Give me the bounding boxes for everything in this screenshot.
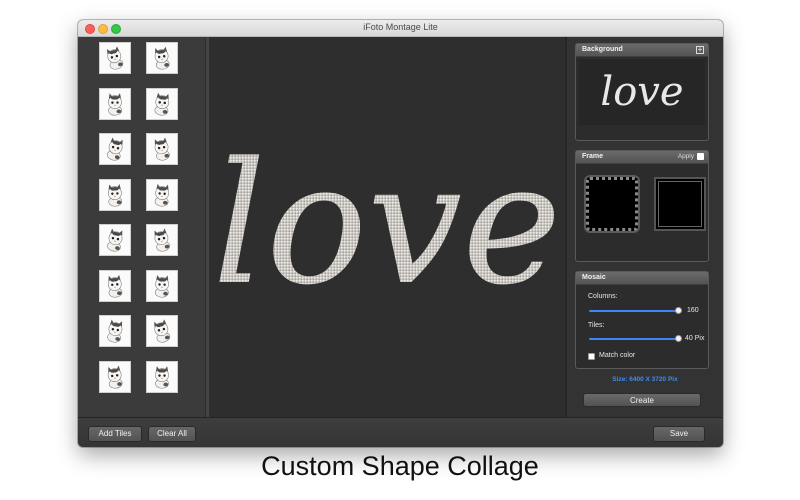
cat-tile-6[interactable] <box>146 133 178 165</box>
app-window: iFoto Montage Lite love Background + lov… <box>78 20 723 447</box>
cat-icon <box>154 46 170 70</box>
tiles-slider-knob[interactable] <box>675 335 682 342</box>
bottom-toolbar: Add Tiles Clear All Save <box>78 417 723 447</box>
frame-box: Frame Apply <box>575 150 709 262</box>
cat-icon <box>155 365 169 389</box>
cat-tile-13[interactable] <box>99 315 131 347</box>
cat-tile-14[interactable] <box>146 315 178 347</box>
apply-toggle[interactable]: Apply <box>678 151 704 163</box>
cat-icon <box>106 46 124 70</box>
cat-tile-3[interactable] <box>99 87 131 120</box>
cat-tile-12[interactable] <box>146 269 178 302</box>
canvas-shape-text: love <box>212 126 561 322</box>
cat-icon <box>154 183 170 207</box>
background-header: Background + <box>576 44 708 57</box>
add-tiles-button[interactable]: Add Tiles <box>88 426 142 442</box>
cat-icon <box>154 137 170 161</box>
tiles-label: Tiles: <box>588 322 605 329</box>
cat-tile-2[interactable] <box>146 42 178 74</box>
cat-icon <box>154 319 171 343</box>
create-button[interactable]: Create <box>583 393 701 407</box>
frame-title: Frame <box>582 153 604 160</box>
frame-option-stamp[interactable] <box>586 177 638 231</box>
background-preview-text: love <box>600 69 683 115</box>
columns-slider-track[interactable] <box>589 310 681 312</box>
cat-tile-16[interactable] <box>146 360 178 393</box>
apply-checkbox[interactable] <box>697 152 704 160</box>
cat-icon <box>108 183 123 207</box>
match-color-checkbox[interactable] <box>588 353 595 360</box>
cat-icon <box>106 137 123 161</box>
background-box: Background + love <box>575 43 709 141</box>
cat-icon <box>107 274 123 298</box>
save-button[interactable]: Save <box>653 426 705 442</box>
plus-icon[interactable]: + <box>696 46 704 54</box>
cat-tile-10[interactable] <box>146 224 178 256</box>
frame-header: Frame Apply <box>576 151 708 164</box>
cat-icon <box>107 228 123 252</box>
cat-tile-4[interactable] <box>146 87 178 120</box>
cat-tile-9[interactable] <box>99 224 131 256</box>
columns-slider-knob[interactable] <box>675 307 682 314</box>
window-title: iFoto Montage Lite <box>363 22 438 32</box>
collage-canvas[interactable]: love <box>209 37 565 417</box>
cat-icon <box>108 92 122 116</box>
mosaic-title: Mosaic <box>582 274 606 281</box>
cat-tile-8[interactable] <box>146 178 178 211</box>
frame-option-border[interactable] <box>654 177 706 231</box>
cat-tile-7[interactable] <box>99 178 131 211</box>
title-bar: iFoto Montage Lite <box>78 20 723 37</box>
background-preview[interactable]: love <box>579 59 705 125</box>
cat-icon <box>107 365 123 389</box>
settings-panel: Background + love Frame Apply Mosaic Col… <box>567 37 723 417</box>
marketing-caption: Custom Shape Collage <box>261 451 539 481</box>
cat-tile-15[interactable] <box>99 360 131 393</box>
background-shape-preview: love <box>600 69 683 115</box>
apply-label: Apply <box>677 153 694 160</box>
tiles-slider-track[interactable] <box>589 338 681 340</box>
mosaic-box: Mosaic Columns: 160 Tiles: 40 Pix Match … <box>575 271 709 369</box>
cat-icon <box>154 228 170 252</box>
mosaic-header: Mosaic <box>576 272 708 285</box>
cat-tile-5[interactable] <box>99 133 131 165</box>
cat-tile-1[interactable] <box>99 42 131 74</box>
cat-icon <box>107 319 123 343</box>
tiles-panel[interactable] <box>78 37 205 417</box>
love-shape-collage: love <box>212 126 561 322</box>
background-title: Background <box>582 46 623 53</box>
output-size-text: Size: 6400 X 3720 Pix <box>612 376 678 383</box>
clear-all-button[interactable]: Clear All <box>148 426 196 442</box>
cat-icon <box>154 274 169 298</box>
cat-icon <box>154 92 170 116</box>
columns-value: 160 <box>687 307 699 314</box>
match-color-label: Match color <box>599 352 636 359</box>
cat-tile-11[interactable] <box>99 269 131 302</box>
tiles-value: 40 Pix <box>685 335 705 342</box>
columns-label: Columns: <box>588 293 618 300</box>
